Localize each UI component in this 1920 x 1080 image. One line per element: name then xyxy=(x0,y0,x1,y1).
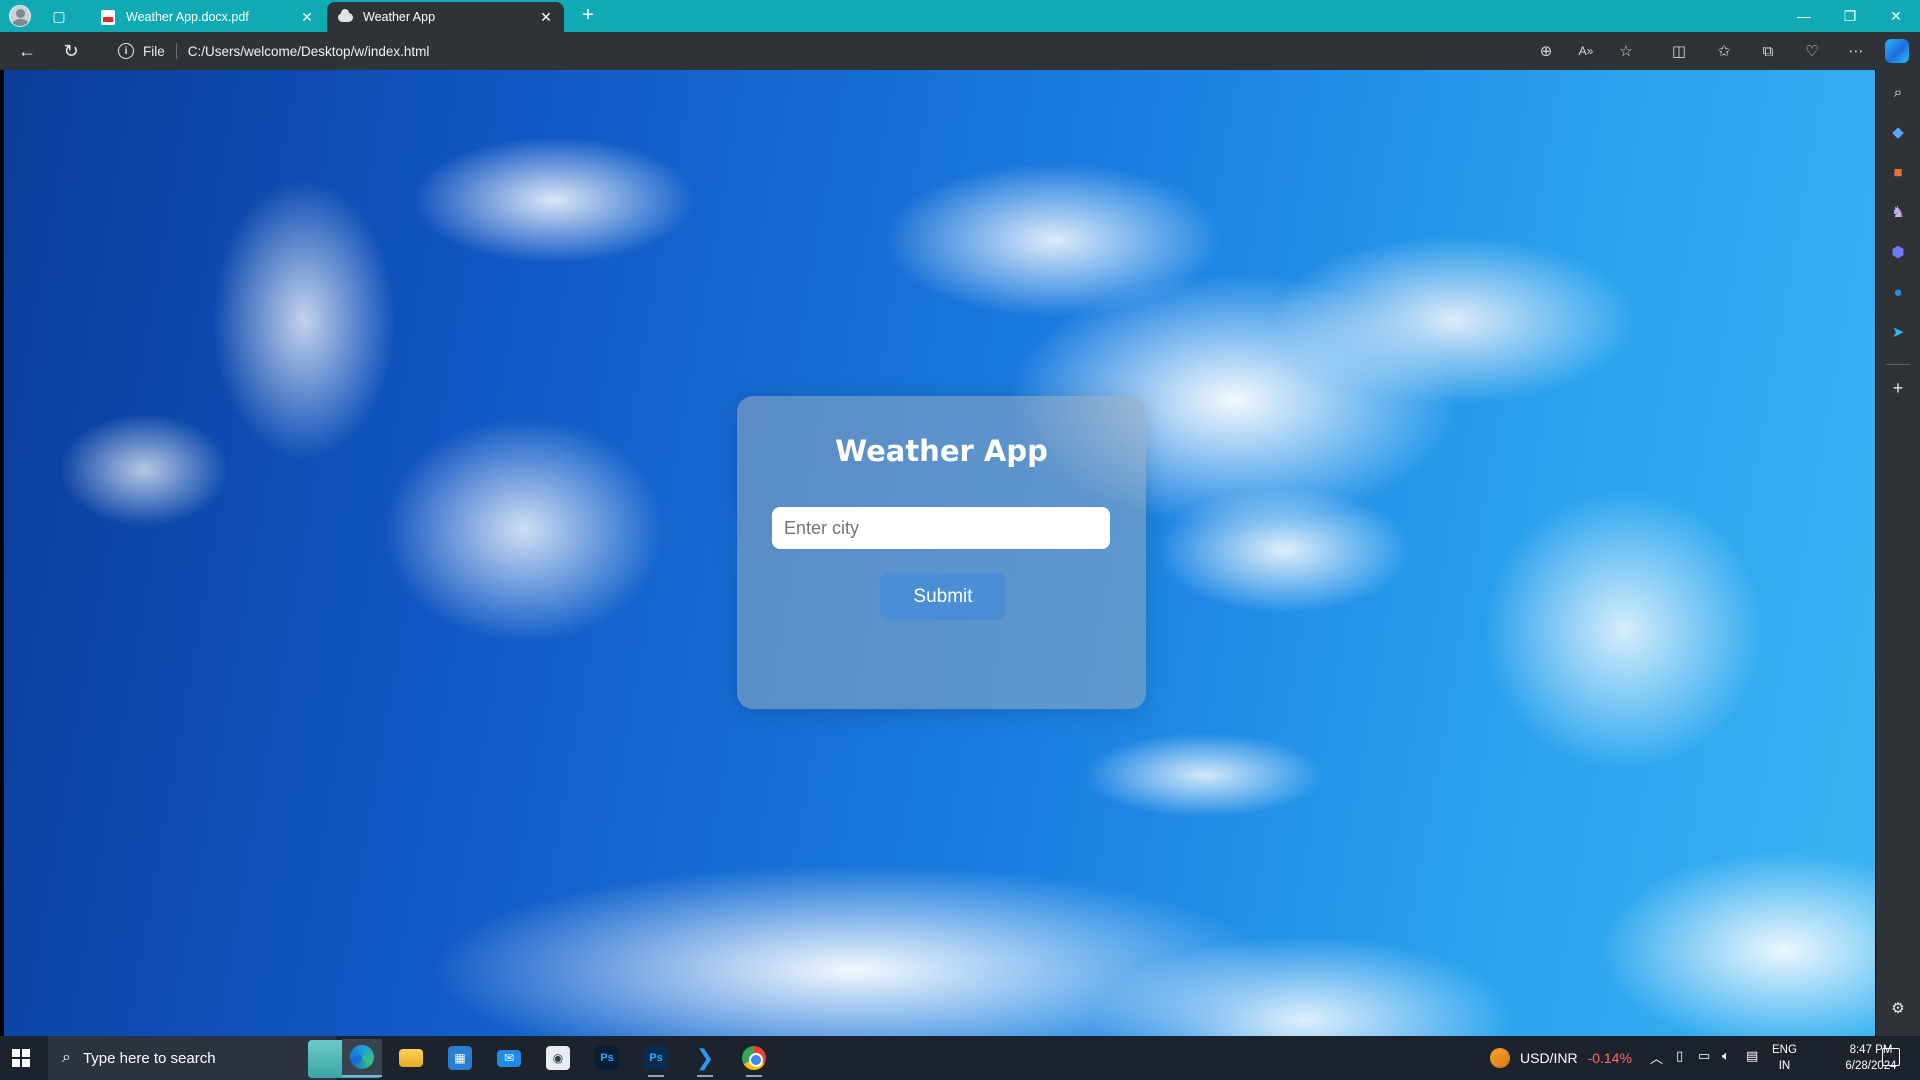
chrome-taskbar-button[interactable] xyxy=(734,1039,774,1077)
windows-start-icon[interactable] xyxy=(12,1049,30,1067)
collections-icon[interactable]: ⧉ xyxy=(1755,39,1781,63)
mail-icon: ✉ xyxy=(497,1049,521,1067)
profile-avatar[interactable] xyxy=(8,4,32,28)
minimize-button[interactable]: — xyxy=(1781,0,1827,32)
photoshop-icon: Ps xyxy=(595,1046,619,1070)
scheme-label: File xyxy=(143,43,165,59)
photoshop-icon: Ps xyxy=(644,1046,668,1070)
chevron-up-icon[interactable]: ︿ xyxy=(1650,1048,1663,1067)
windows-taskbar: ⌕ Type here to search ▦ ✉ ◉ Ps Ps ❯ USD/… xyxy=(0,1036,1920,1080)
input-language[interactable]: ENG IN xyxy=(1772,1042,1797,1074)
browser-tab-bar: ▢ Weather App.docx.pdf ✕ Weather App ✕ +… xyxy=(0,0,1920,32)
close-tab-icon[interactable]: ✕ xyxy=(538,9,554,25)
close-window-button[interactable]: ✕ xyxy=(1873,0,1919,32)
edge-icon xyxy=(350,1045,374,1069)
volume-icon[interactable]: 🔈︎ xyxy=(1722,1048,1730,1064)
sidebar-divider xyxy=(1886,364,1910,365)
cloud-icon xyxy=(337,8,353,25)
browser-essentials-icon[interactable]: ♡ xyxy=(1799,39,1825,63)
page-title: Weather App xyxy=(835,434,1048,468)
workspaces-icon[interactable]: ▢ xyxy=(47,4,71,28)
close-tab-icon[interactable]: ✕ xyxy=(299,9,315,25)
chrome-icon xyxy=(742,1046,766,1070)
file-explorer-icon xyxy=(399,1049,423,1067)
read-aloud-icon[interactable]: A» xyxy=(1573,39,1599,63)
device-icon[interactable]: ▯ xyxy=(1676,1048,1683,1064)
search-icon: ⌕ xyxy=(62,1049,71,1066)
zoom-icon[interactable]: ⊕ xyxy=(1533,39,1559,63)
language-region: IN xyxy=(1778,1060,1791,1072)
outlook-icon[interactable]: ● xyxy=(1886,280,1910,304)
edge-taskbar-button[interactable] xyxy=(342,1039,382,1077)
store-icon: ▦ xyxy=(448,1046,472,1070)
tab-weather-app[interactable]: Weather App ✕ xyxy=(327,2,564,32)
city-input[interactable] xyxy=(772,507,1110,549)
favorites-icon[interactable]: ✩ xyxy=(1711,39,1737,63)
tab-title: Weather App.docx.pdf xyxy=(126,10,249,24)
pdf-icon xyxy=(100,9,116,25)
shopping-tag-icon[interactable]: ◆ xyxy=(1886,120,1910,144)
file-explorer-taskbar-button[interactable] xyxy=(391,1039,431,1077)
games-icon[interactable]: ♞ xyxy=(1886,200,1910,224)
address-divider xyxy=(175,43,177,59)
add-icon[interactable]: + xyxy=(1886,376,1910,400)
url-text[interactable]: C:/Users/welcome/Desktop/w/index.html xyxy=(188,44,430,59)
page-background: Weather App Submit xyxy=(4,70,1875,1036)
taskbar-search[interactable]: ⌕ Type here to search xyxy=(48,1036,382,1080)
photoshop-taskbar-button[interactable]: Ps xyxy=(587,1039,627,1077)
battery-icon[interactable]: ▤ xyxy=(1746,1048,1758,1064)
vscode-taskbar-button[interactable]: ❯ xyxy=(685,1039,725,1077)
currency-icon xyxy=(1490,1048,1510,1068)
currency-change: -0.14% xyxy=(1587,1050,1632,1066)
favorite-star-icon[interactable]: ☆ xyxy=(1613,39,1639,63)
microsoft-365-icon[interactable]: ⬢ xyxy=(1886,240,1910,264)
drop-icon[interactable]: ➤ xyxy=(1886,320,1910,344)
search-icon[interactable]: ⌕ xyxy=(1886,80,1910,104)
weather-card: Weather App Submit xyxy=(737,396,1146,709)
network-icon[interactable]: ▭ xyxy=(1698,1048,1710,1064)
info-icon[interactable]: i xyxy=(118,43,134,59)
copilot-icon[interactable] xyxy=(1885,39,1909,63)
submit-button[interactable]: Submit xyxy=(880,573,1006,620)
currency-ticker[interactable]: USD/INR -0.14% xyxy=(1490,1036,1632,1080)
refresh-button[interactable]: ↻ xyxy=(56,37,86,65)
split-screen-icon[interactable]: ◫ xyxy=(1666,39,1692,63)
address-bar[interactable]: i File C:/Users/welcome/Desktop/w/index.… xyxy=(104,36,1604,66)
vscode-icon: ❯ xyxy=(695,1045,715,1070)
tab-title: Weather App xyxy=(363,10,436,24)
browser-toolbar: ← ↻ i File C:/Users/welcome/Desktop/w/in… xyxy=(0,32,1920,70)
edge-sidebar: ⌕ ◆ ■ ♞ ⬢ ● ➤ + ⚙ xyxy=(1876,70,1920,1036)
mail-taskbar-button[interactable]: ✉ xyxy=(489,1039,529,1077)
new-tab-button[interactable]: + xyxy=(576,4,600,28)
avatar-icon xyxy=(9,5,31,27)
settings-gear-icon[interactable]: ⚙ xyxy=(1886,996,1910,1020)
photoshop-running-taskbar-button[interactable]: Ps xyxy=(636,1039,676,1077)
restore-button[interactable]: ❐ xyxy=(1827,0,1873,32)
tab-weather-app-pdf[interactable]: Weather App.docx.pdf ✕ xyxy=(90,2,325,32)
more-options-icon[interactable]: ⋯ xyxy=(1843,39,1869,63)
tools-icon[interactable]: ■ xyxy=(1886,160,1910,184)
currency-pair: USD/INR xyxy=(1520,1050,1578,1066)
back-button[interactable]: ← xyxy=(12,37,42,65)
notification-icon[interactable] xyxy=(1882,1048,1900,1066)
camera-app-icon: ◉ xyxy=(546,1046,570,1070)
search-placeholder: Type here to search xyxy=(82,1049,216,1067)
language-code: ENG xyxy=(1772,1044,1797,1056)
store-taskbar-button[interactable]: ▦ xyxy=(440,1039,480,1077)
camera-app-taskbar-button[interactable]: ◉ xyxy=(538,1039,578,1077)
